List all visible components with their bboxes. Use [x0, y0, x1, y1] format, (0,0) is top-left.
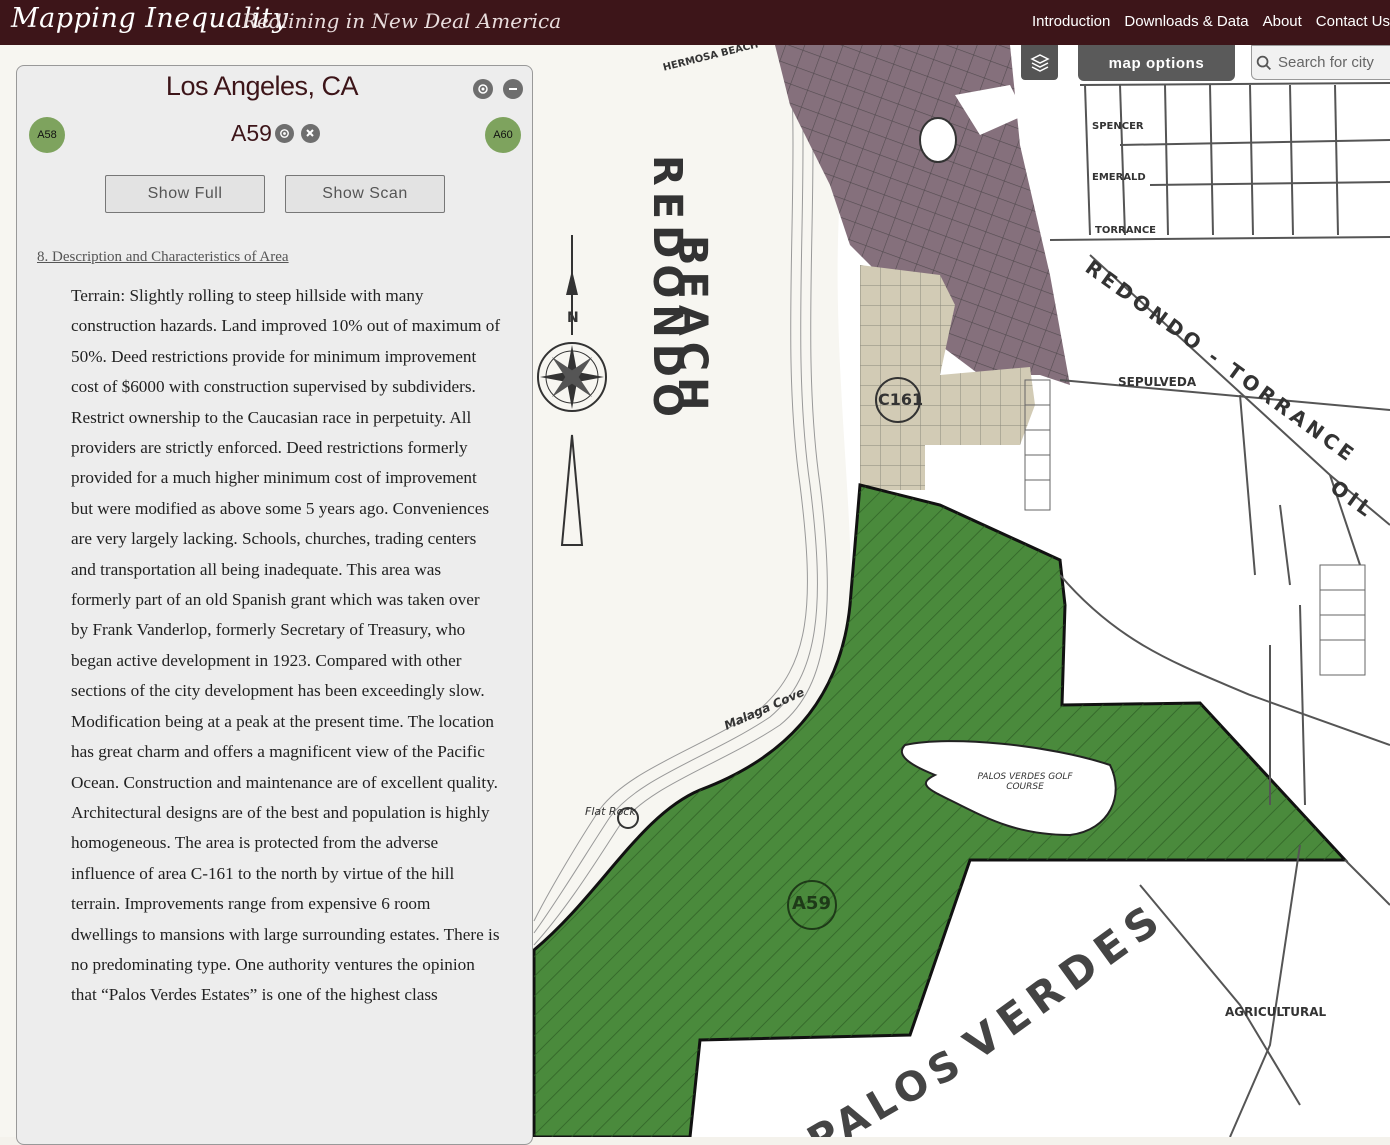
site-subtitle: Redlining in New Deal America — [242, 9, 562, 33]
nav-about[interactable]: About — [1263, 13, 1302, 30]
locate-area-button[interactable] — [274, 123, 294, 143]
map-label-compass-n: N — [567, 310, 579, 326]
map-label-torrance: TORRANCE — [1095, 225, 1157, 236]
compass-rose-icon — [537, 342, 607, 412]
map-label-emerald: EMERALD — [1092, 172, 1146, 183]
map-label-a59: A59 — [792, 893, 831, 914]
nav-contact-us[interactable]: Contact Us — [1316, 13, 1390, 30]
map-label-spencer: SPENCER — [1092, 121, 1144, 132]
search-icon — [1256, 55, 1271, 70]
map-options-button[interactable]: map options — [1078, 45, 1235, 81]
search-input[interactable] — [1276, 53, 1390, 72]
city-name: Los Angeles, CA — [165, 71, 359, 101]
show-scan-button[interactable]: Show Scan — [285, 175, 445, 213]
close-area-button[interactable] — [300, 123, 320, 143]
next-area-button[interactable]: A60 — [485, 117, 521, 153]
collapse-panel-button[interactable] — [503, 79, 523, 99]
minus-icon — [509, 88, 517, 90]
map-label-beach: BEACH — [669, 235, 715, 417]
crosshair-icon — [478, 84, 488, 94]
area-id: A59 — [231, 119, 272, 146]
city-search[interactable] — [1251, 45, 1390, 80]
close-icon — [306, 129, 315, 137]
layers-icon — [1029, 53, 1050, 72]
map-label-agricultural: AGRICULTURAL — [1225, 1005, 1327, 1019]
crosshair-icon — [280, 128, 289, 138]
main-nav: Introduction Downloads & Data About Cont… — [1032, 13, 1390, 30]
area-id-row: A59 — [17, 118, 534, 148]
map-label-flat-rock: Flat Rock — [585, 805, 636, 818]
layers-button[interactable] — [1021, 45, 1058, 80]
area-description-panel: Los Angeles, CA A59 A58 A60 Show Full Sh… — [16, 65, 533, 1145]
nav-downloads-data[interactable]: Downloads & Data — [1124, 13, 1248, 30]
locate-city-button[interactable] — [473, 79, 493, 99]
map-label-sepulveda: SEPULVEDA — [1118, 375, 1197, 389]
site-header: Mapping Inequality Redlining in New Deal… — [0, 0, 1390, 45]
map-label-golf-course: PALOS VERDES GOLF COURSE — [977, 772, 1073, 792]
nav-introduction[interactable]: Introduction — [1032, 13, 1110, 30]
section-title[interactable]: 8. Description and Characteristics of Ar… — [37, 249, 289, 266]
show-full-button[interactable]: Show Full — [105, 175, 265, 213]
map-label-c161: C161 — [878, 390, 924, 409]
area-description-text: Terrain: Slightly rolling to steep hills… — [71, 286, 501, 1005]
prev-area-button[interactable]: A58 — [29, 117, 65, 153]
